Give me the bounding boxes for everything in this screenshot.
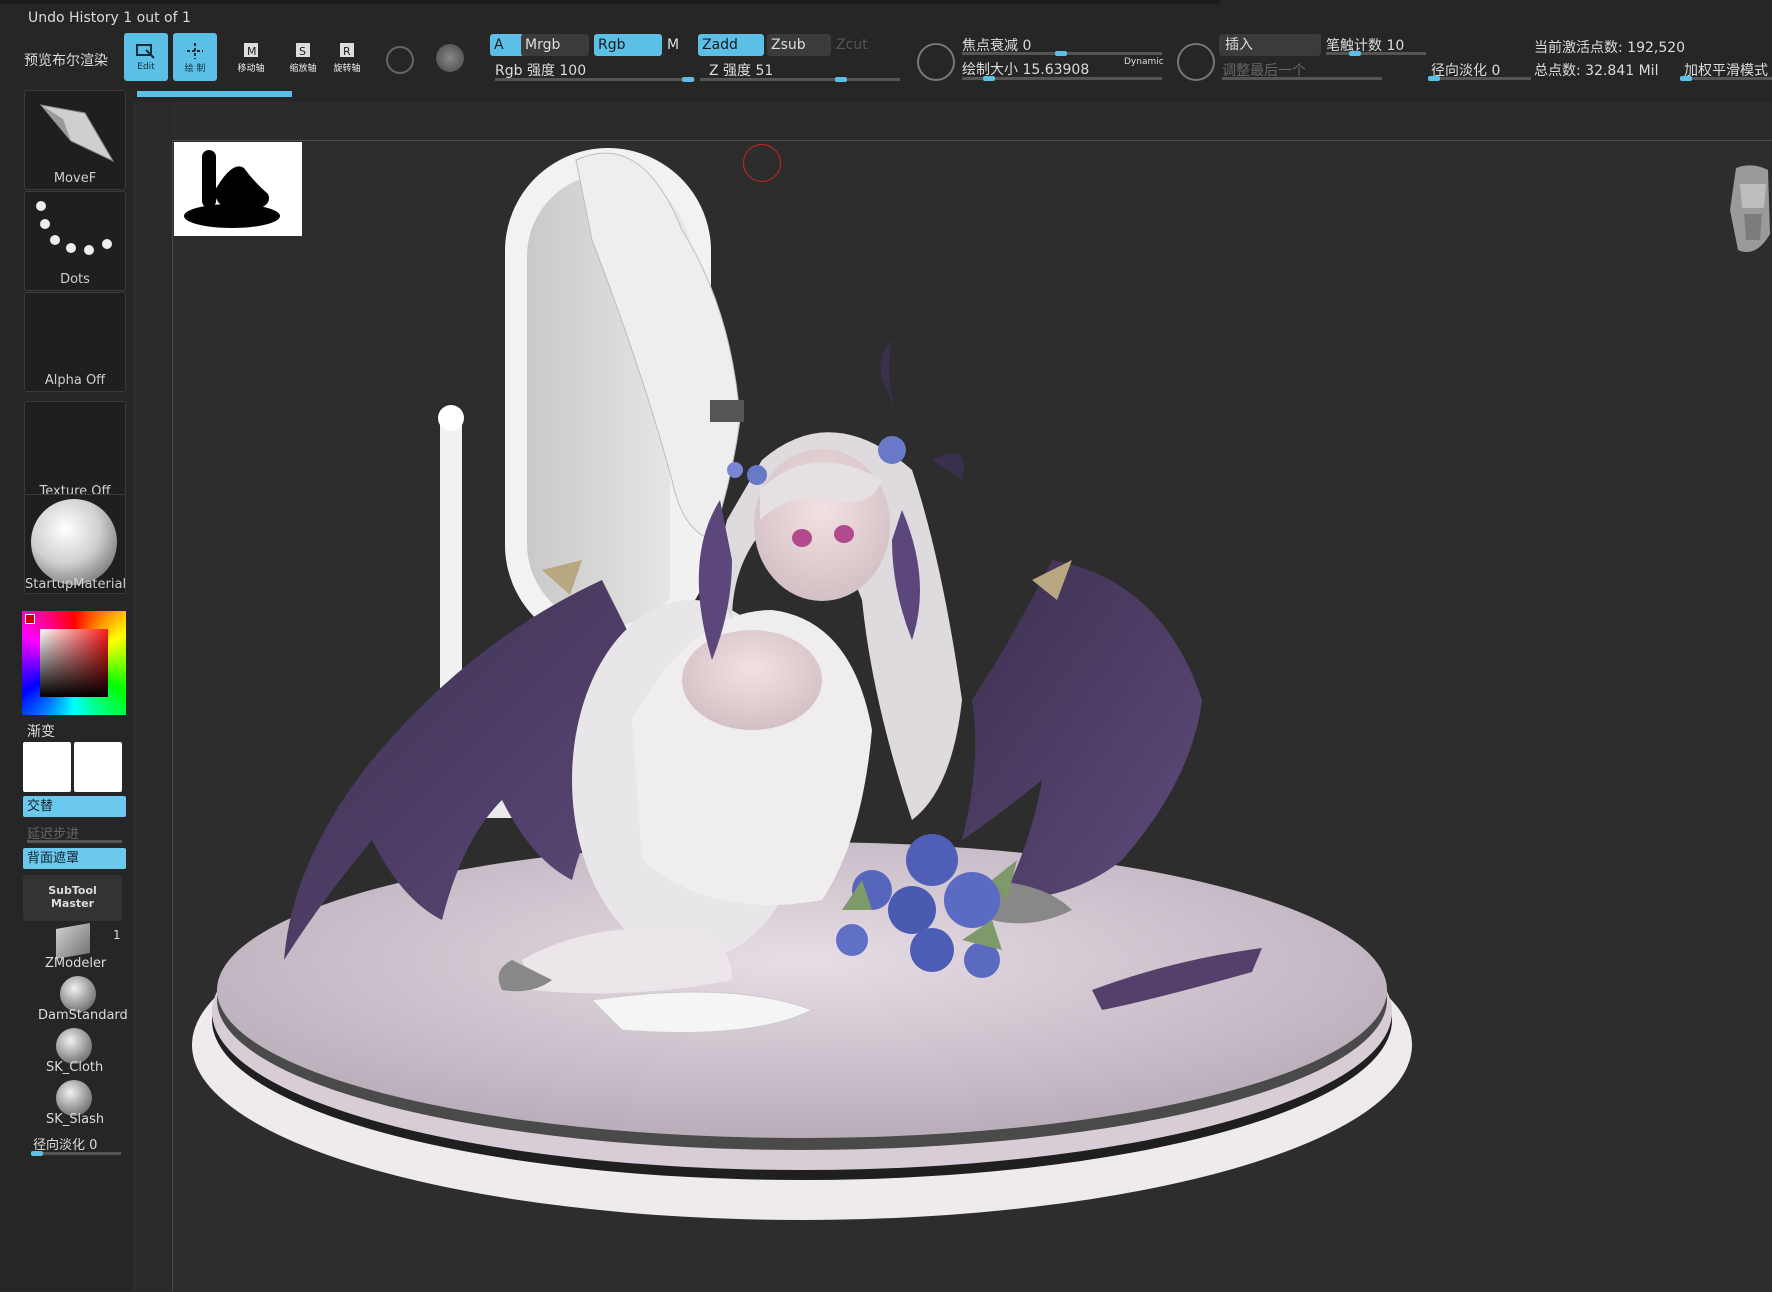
texture-tile[interactable]: Texture Off xyxy=(24,401,126,496)
m-toggle[interactable]: M xyxy=(667,37,679,53)
brush-tile[interactable]: MoveF xyxy=(24,90,126,190)
shelf-gutter xyxy=(134,102,173,1291)
material-label: StartupMaterial xyxy=(25,577,127,592)
rgb-intensity-slider[interactable] xyxy=(495,78,695,81)
a-toggle[interactable]: A xyxy=(490,34,524,56)
dots-stroke-icon xyxy=(36,201,112,255)
alpha-tile[interactable]: Alpha Off xyxy=(24,292,126,392)
dynamic-button[interactable]: Dynamic xyxy=(1124,57,1164,67)
sculptris-icon[interactable] xyxy=(386,46,414,74)
scale-icon: S xyxy=(296,42,310,58)
damstandard-label[interactable]: DamStandard xyxy=(38,1008,128,1023)
edit-button[interactable]: Edit xyxy=(124,33,168,81)
draw-button[interactable]: 绘 制 xyxy=(173,33,217,81)
shelf-radial-fade-label: 径向淡化 0 xyxy=(33,1138,98,1153)
preview-render-button[interactable]: 预览布尔渲染 xyxy=(24,50,108,70)
main-color-swatch[interactable] xyxy=(23,742,71,792)
sk-cloth-icon[interactable] xyxy=(56,1028,92,1064)
svg-text:M: M xyxy=(247,45,257,58)
sculpture-model[interactable] xyxy=(172,140,1772,1291)
gradient-label: 渐变 xyxy=(27,724,55,740)
radial-fade-slider[interactable] xyxy=(1431,77,1531,80)
material-sphere-icon xyxy=(31,499,117,585)
weighted-smooth-knob[interactable] xyxy=(1680,76,1692,81)
shelf-radial-fade-slider[interactable] xyxy=(31,1152,121,1155)
svg-text:R: R xyxy=(343,45,351,58)
tab-indicator xyxy=(137,91,292,97)
zmodeler-icon[interactable] xyxy=(56,923,90,959)
draw-label: 绘 制 xyxy=(184,63,206,74)
stroke-count-slider[interactable] xyxy=(1326,52,1426,55)
focal-shift-knob[interactable] xyxy=(1055,51,1067,56)
rgb-toggle[interactable]: Rgb xyxy=(594,34,662,56)
stroke-tile[interactable]: Dots xyxy=(24,191,126,291)
stroke-d-icon[interactable] xyxy=(1177,43,1215,81)
subtool-master-button[interactable]: SubTool Master xyxy=(23,875,122,921)
insert-button[interactable]: 插入 xyxy=(1219,34,1321,56)
rotate-icon: R xyxy=(340,42,354,58)
active-points-label: 当前激活点数: 192,520 xyxy=(1534,40,1686,56)
rgb-intensity-knob[interactable] xyxy=(682,77,694,82)
move-button[interactable]: M 移动轴 xyxy=(229,33,273,81)
brush-label: MoveF xyxy=(53,171,97,186)
z-intensity-slider[interactable] xyxy=(700,78,900,81)
sk-slash-label[interactable]: SK_Slash xyxy=(46,1112,104,1127)
color-picker-square[interactable] xyxy=(40,629,108,697)
damstandard-icon[interactable] xyxy=(60,976,96,1012)
rotate-label: 旋转轴 xyxy=(333,63,361,74)
z-intensity-knob[interactable] xyxy=(835,77,847,82)
zmodeler-label[interactable]: ZModeler xyxy=(45,956,106,971)
mrgb-toggle[interactable]: Mrgb xyxy=(521,34,589,56)
move-icon: M xyxy=(244,42,258,58)
zsub-toggle[interactable]: Zsub xyxy=(767,34,831,56)
scale-button[interactable]: S 缩放轴 xyxy=(281,33,325,81)
draw-icon xyxy=(187,42,203,59)
edit-label: Edit xyxy=(137,62,155,72)
undo-history-label: Undo History 1 out of 1 xyxy=(28,10,191,26)
rgb-intensity-label: Rgb 强度 100 xyxy=(495,63,587,79)
sk-slash-icon[interactable] xyxy=(56,1080,92,1116)
draw-size-knob[interactable] xyxy=(983,76,995,81)
stroke-s-icon[interactable] xyxy=(917,43,955,81)
color-swatch-icon xyxy=(25,614,35,624)
radial-fade-knob[interactable] xyxy=(1428,76,1440,81)
z-intensity-label: Z 强度 51 xyxy=(709,63,774,79)
zmodeler-count: 1 xyxy=(113,928,121,942)
zadd-toggle[interactable]: Zadd xyxy=(698,34,764,56)
shelf-radial-fade-knob[interactable] xyxy=(31,1151,43,1156)
svg-text:S: S xyxy=(299,45,306,58)
weighted-smooth-slider[interactable] xyxy=(1684,77,1772,80)
backface-mask-button[interactable]: 背面遮罩 xyxy=(23,848,126,869)
move-label: 移动轴 xyxy=(237,63,265,74)
edit-icon xyxy=(136,44,155,59)
adjust-last-slider[interactable] xyxy=(1222,77,1382,80)
zcut-toggle[interactable]: Zcut xyxy=(836,37,868,53)
lazy-step-slider[interactable] xyxy=(27,840,122,843)
stroke-count-knob[interactable] xyxy=(1349,51,1361,56)
gizmo-icon[interactable] xyxy=(436,44,464,72)
total-points-label: 总点数: 32.841 Mil xyxy=(1534,63,1659,79)
alpha-label: Alpha Off xyxy=(44,373,106,388)
scale-label: 缩放轴 xyxy=(289,63,317,74)
rotate-button[interactable]: R 旋转轴 xyxy=(325,33,369,81)
menu-strip xyxy=(0,0,1220,4)
secondary-color-swatch[interactable] xyxy=(74,742,122,792)
sk-cloth-label[interactable]: SK_Cloth xyxy=(46,1060,103,1075)
draw-size-label: 绘制大小 15.63908 xyxy=(962,62,1090,78)
stroke-label: Dots xyxy=(60,272,90,287)
switch-color-button[interactable]: 交替 xyxy=(23,796,126,817)
color-picker-ring[interactable] xyxy=(22,611,126,715)
material-tile[interactable]: StartupMaterial xyxy=(24,494,126,594)
movef-brush-icon xyxy=(39,104,115,163)
